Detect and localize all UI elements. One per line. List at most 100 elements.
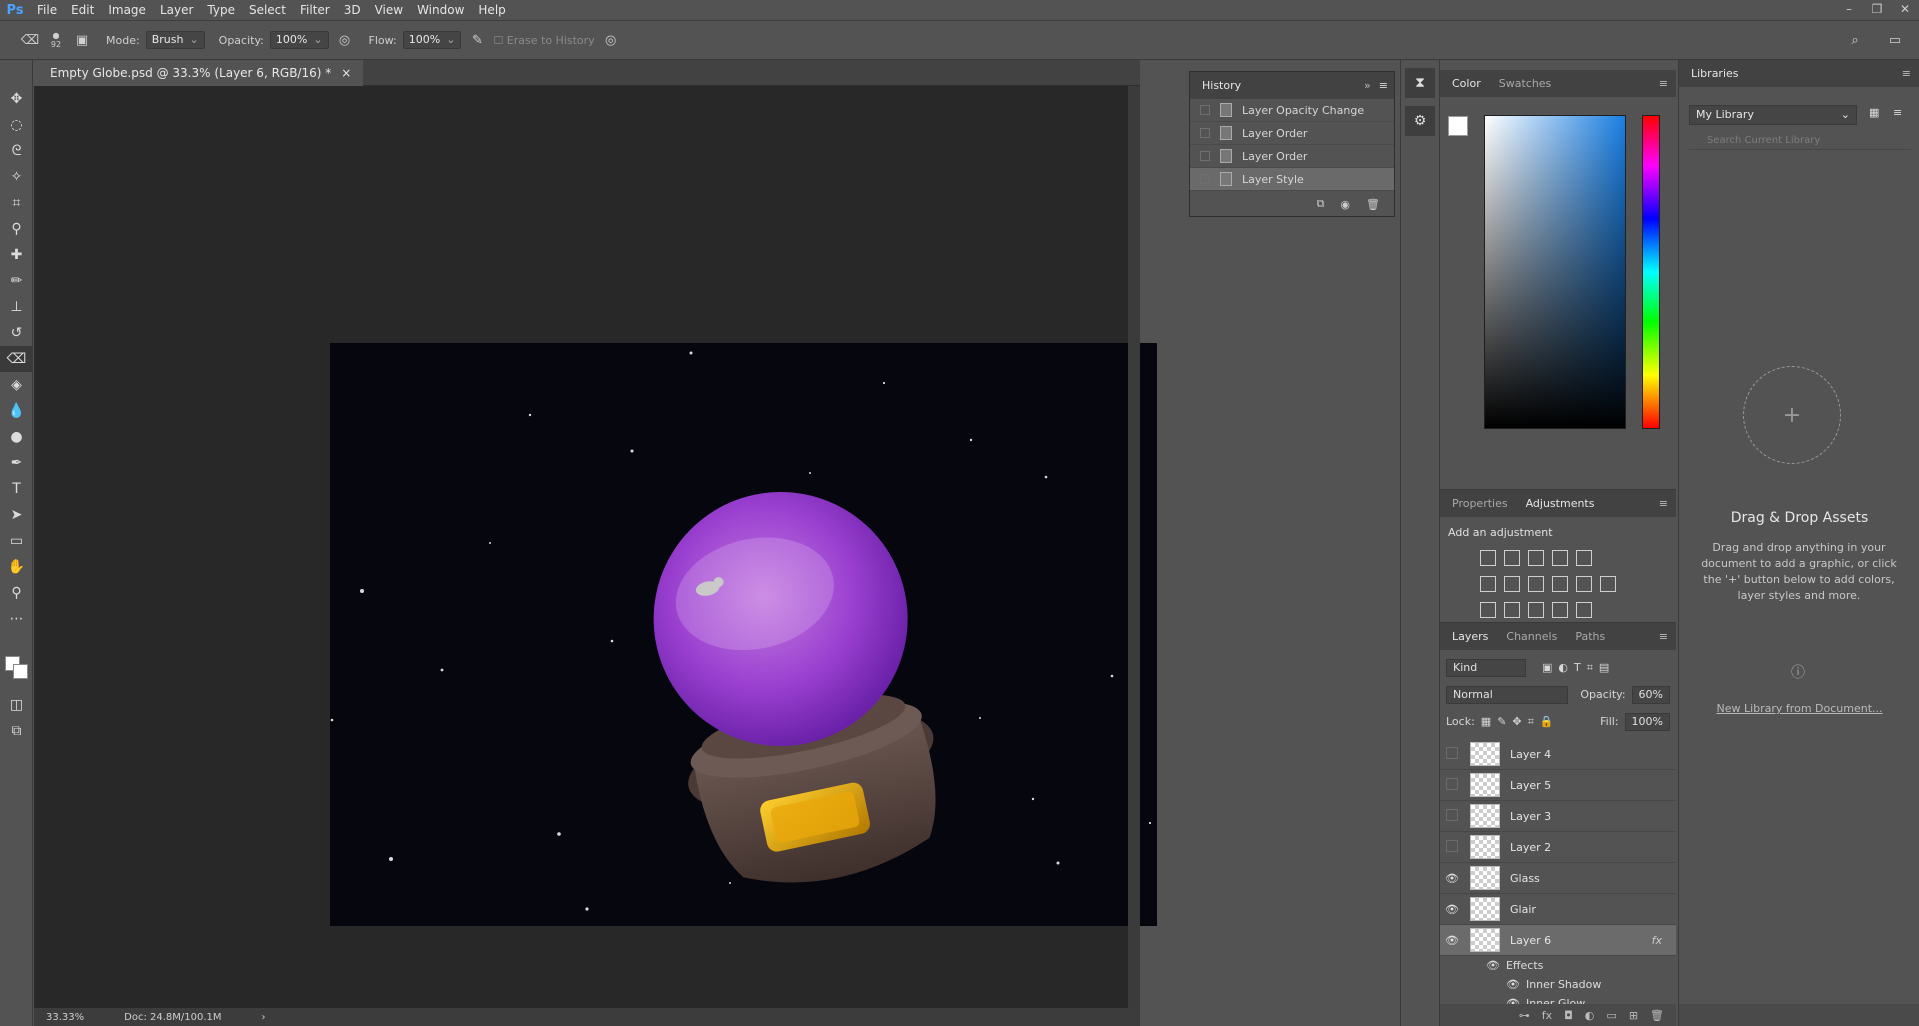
tab-swatches[interactable]: Swatches xyxy=(1495,77,1556,90)
grid-view-icon[interactable]: ▦ xyxy=(1869,106,1879,119)
adjustment-layer-icon[interactable]: ◐ xyxy=(1585,1009,1595,1022)
brush-panel-icon[interactable]: ▣ xyxy=(72,30,92,50)
history-panel-icon[interactable]: ⧗ xyxy=(1405,68,1435,98)
layer-row[interactable]: Layer 5 xyxy=(1440,770,1676,801)
close-icon[interactable]: ✕ xyxy=(1891,0,1919,20)
layer-opacity-field[interactable]: 60% xyxy=(1631,685,1670,704)
rectangle-tool-icon[interactable]: ▭ xyxy=(0,528,33,554)
exposure-icon[interactable] xyxy=(1552,550,1568,566)
pressure-opacity-icon[interactable]: ◎ xyxy=(335,30,355,50)
black-white-icon[interactable] xyxy=(1528,576,1544,592)
panel-menu-icon[interactable]: ≡ xyxy=(1379,79,1388,92)
airbrush-icon[interactable]: ✎ xyxy=(467,30,487,50)
vibrance-icon[interactable] xyxy=(1576,550,1592,566)
mode-select[interactable]: Brush xyxy=(145,31,205,49)
minimize-icon[interactable]: – xyxy=(1835,0,1863,20)
opacity-field[interactable]: 100% xyxy=(269,31,329,49)
move-tool-icon[interactable]: ✥ xyxy=(0,86,33,112)
path-select-tool-icon[interactable]: ➤ xyxy=(0,502,33,528)
visibility-eye-icon[interactable] xyxy=(1440,840,1464,855)
stamp-tool-icon[interactable]: ⊥ xyxy=(0,294,33,320)
hue-saturation-icon[interactable] xyxy=(1480,576,1496,592)
tab-color[interactable]: Color xyxy=(1448,77,1485,90)
canvas-vertical-scrollbar[interactable] xyxy=(1128,86,1140,1008)
layer-row[interactable]: 👁 Glass xyxy=(1440,863,1676,894)
layer-row[interactable]: Layer 4 xyxy=(1440,739,1676,770)
effect-row[interactable]: 👁 Inner Shadow xyxy=(1440,975,1676,994)
curves-icon[interactable] xyxy=(1528,550,1544,566)
help-icon[interactable]: ⓘ xyxy=(1791,662,1805,682)
eraser-tool-icon[interactable]: ⌫ xyxy=(0,346,33,372)
paint-bucket-tool-icon[interactable]: ◈ xyxy=(0,372,33,398)
tab-channels[interactable]: Channels xyxy=(1502,630,1561,643)
trash-icon[interactable]: 🗑 xyxy=(1366,198,1380,211)
history-item[interactable]: Layer Opacity Change xyxy=(1190,99,1394,122)
posterize-icon[interactable] xyxy=(1504,602,1520,618)
menu-layer[interactable]: Layer xyxy=(153,0,200,20)
panel-menu-icon[interactable]: ≡ xyxy=(1659,77,1668,90)
delete-layer-icon[interactable]: 🗑 xyxy=(1650,1009,1664,1022)
brush-tool-icon[interactable]: ✏ xyxy=(0,268,33,294)
panel-menu-icon[interactable]: ≡ xyxy=(1659,630,1668,643)
menu-view[interactable]: View xyxy=(368,0,410,20)
filter-icons[interactable]: ▣◐T⌗▤ xyxy=(1542,661,1615,675)
layer-row[interactable]: 👁 Glair xyxy=(1440,894,1676,925)
fx-icon[interactable]: fx xyxy=(1652,934,1662,947)
document-tab[interactable]: Empty Globe.psd @ 33.3% (Layer 6, RGB/16… xyxy=(34,60,364,86)
visibility-eye-icon[interactable] xyxy=(1440,747,1464,762)
snapshot-icon[interactable]: ◉ xyxy=(1340,198,1350,211)
background-color-swatch[interactable] xyxy=(13,664,28,679)
invert-icon[interactable] xyxy=(1480,602,1496,618)
library-search-input[interactable]: Search Current Library xyxy=(1689,132,1911,150)
gradient-map-icon[interactable] xyxy=(1576,602,1592,618)
screen-mode-icon[interactable]: ⧉ xyxy=(0,718,33,744)
tab-history[interactable]: History xyxy=(1198,79,1245,92)
color-lookup-icon[interactable] xyxy=(1600,576,1616,592)
tab-layers[interactable]: Layers xyxy=(1448,630,1492,643)
layer-row[interactable]: 👁 Layer 6 fx xyxy=(1440,925,1676,956)
fill-field[interactable]: 100% xyxy=(1624,712,1670,731)
visibility-eye-icon[interactable]: 👁 xyxy=(1440,903,1464,916)
canvas-area[interactable] xyxy=(34,86,1157,1008)
library-select[interactable]: My Library ⌄ xyxy=(1689,105,1857,125)
panel-menu-icon[interactable]: ≡ xyxy=(1659,497,1668,510)
menu-edit[interactable]: Edit xyxy=(64,0,101,20)
artboard[interactable] xyxy=(330,343,1157,926)
tab-libraries[interactable]: Libraries xyxy=(1687,67,1743,80)
eye-icon[interactable]: 👁 xyxy=(1486,959,1500,972)
type-tool-icon[interactable]: T xyxy=(0,476,33,502)
history-checkbox[interactable] xyxy=(1200,174,1210,184)
brush-preset-icon[interactable]: ● 92 xyxy=(46,30,66,50)
new-layer-icon[interactable]: ⊞ xyxy=(1629,1009,1638,1022)
levels-icon[interactable] xyxy=(1504,550,1520,566)
fx-icon[interactable]: fx xyxy=(1542,1009,1552,1022)
dodge-tool-icon[interactable]: ● xyxy=(0,424,33,450)
layer-row[interactable]: Layer 3 xyxy=(1440,801,1676,832)
tab-properties[interactable]: Properties xyxy=(1448,497,1512,510)
history-checkbox[interactable] xyxy=(1200,105,1210,115)
status-arrow-icon[interactable]: › xyxy=(262,1012,266,1023)
lock-icons[interactable]: ▦✎✥⌗🔒 xyxy=(1481,715,1560,729)
pressure-size-icon[interactable]: ◎ xyxy=(601,30,621,50)
close-tab-icon[interactable]: × xyxy=(341,60,351,86)
eraser-tool-icon[interactable]: ⌫ xyxy=(20,30,40,50)
history-checkbox[interactable] xyxy=(1200,151,1210,161)
add-mask-icon[interactable]: ◘ xyxy=(1564,1009,1573,1022)
doc-size[interactable]: Doc: 24.8M/100.1M xyxy=(124,1012,221,1023)
new-document-from-state-icon[interactable]: ⧉ xyxy=(1317,197,1325,211)
hand-tool-icon[interactable]: ✋ xyxy=(0,554,33,580)
eyedropper-tool-icon[interactable]: ⚲ xyxy=(0,216,33,242)
tab-adjustments[interactable]: Adjustments xyxy=(1522,497,1599,510)
workspace-icon[interactable]: ▭ xyxy=(1885,30,1905,50)
actions-panel-icon[interactable]: ⚙ xyxy=(1405,106,1435,136)
erase-to-history-checkbox[interactable]: ☐ Erase to History xyxy=(493,34,594,47)
link-layers-icon[interactable]: ⊶ xyxy=(1519,1009,1530,1022)
menu-window[interactable]: Window xyxy=(410,0,471,20)
blend-mode-select[interactable]: Normal xyxy=(1446,685,1569,704)
zoom-level[interactable]: 33.33% xyxy=(46,1012,84,1023)
eye-icon[interactable]: 👁 xyxy=(1506,978,1520,991)
channel-mixer-icon[interactable] xyxy=(1576,576,1592,592)
new-group-icon[interactable]: ▭ xyxy=(1606,1009,1616,1022)
zoom-tool-icon[interactable]: ⚲ xyxy=(0,580,33,606)
lasso-tool-icon[interactable]: ᘓ xyxy=(0,138,33,164)
